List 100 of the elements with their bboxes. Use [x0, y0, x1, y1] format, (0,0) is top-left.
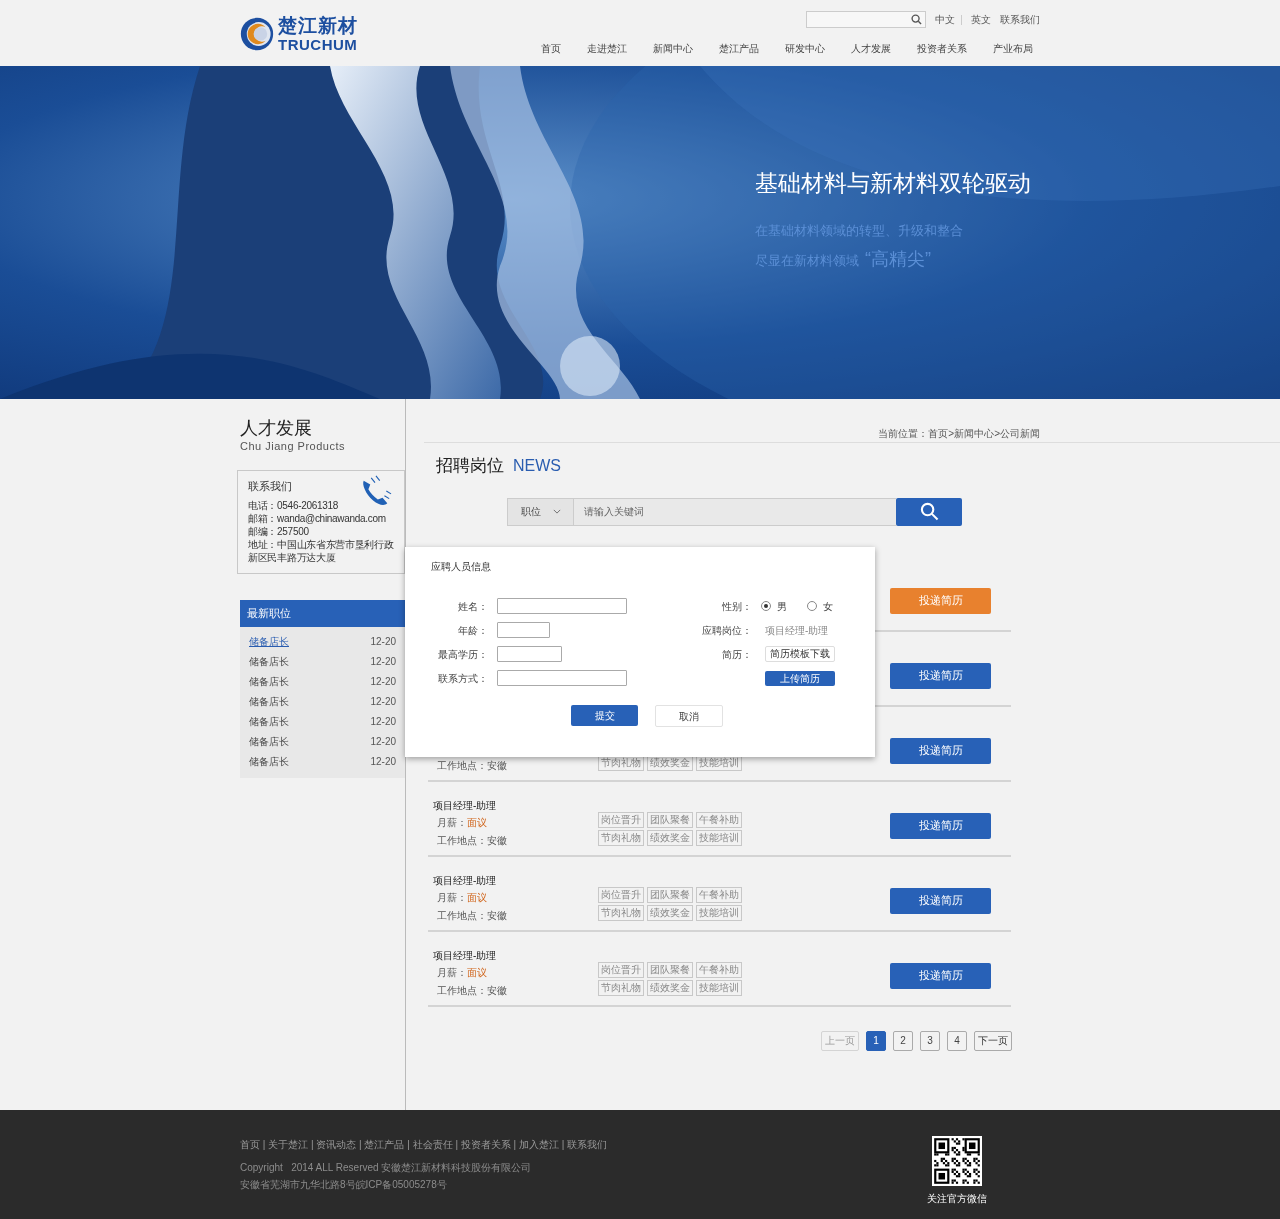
- qr-code-icon: [932, 1136, 982, 1186]
- apply-button[interactable]: 投递简历: [890, 962, 991, 989]
- job-link[interactable]: 储备店长: [249, 694, 289, 709]
- job-link[interactable]: 储备店长: [249, 734, 289, 749]
- field-label: 年龄：: [457, 623, 489, 638]
- contact-title: 联系我们: [248, 478, 293, 494]
- job-title: 项目经理-助理: [433, 873, 498, 888]
- benefit-tag: 团队聚餐: [647, 961, 693, 978]
- field-label: 联系方式：: [437, 671, 489, 686]
- search-icon: [919, 502, 939, 521]
- nav-link[interactable]: 人才发展: [851, 41, 891, 56]
- contact-line: 地址：中国山东省东营市垦利行政新区民丰路万达大厦: [248, 538, 395, 564]
- upload-resume-button[interactable]: 上传简历: [765, 670, 835, 686]
- logo-name: 楚江新材: [278, 16, 358, 35]
- job-date: 12-20: [370, 675, 396, 689]
- form-field[interactable]: [497, 670, 627, 686]
- page-button[interactable]: 3: [920, 1030, 940, 1051]
- icp-text: 安徽省芜湖市九华北路8号皖ICP备05005278号: [240, 1178, 448, 1192]
- job-date: 12-20: [370, 755, 396, 769]
- sidebar-title: 人才发展: [240, 418, 313, 438]
- job-link[interactable]: 储备店长: [249, 634, 289, 649]
- form-field[interactable]: [497, 598, 627, 614]
- nav-link[interactable]: 投资者关系: [917, 41, 967, 56]
- chevron-down-icon: [552, 509, 561, 514]
- job-location: 工作地点：安徽: [436, 758, 508, 773]
- keyword-field[interactable]: 请输入关键词: [574, 497, 896, 526]
- contact-line: 邮编：257500: [248, 525, 310, 538]
- job-date: 12-20: [370, 655, 396, 669]
- benefit-tag: 团队聚餐: [647, 886, 693, 903]
- section-title-en: NEWS: [513, 456, 561, 476]
- benefit-tag: 节肉礼物: [598, 829, 644, 846]
- field-label: 性别：: [721, 599, 753, 614]
- search-icon: [911, 14, 922, 25]
- job-link[interactable]: 储备店长: [249, 754, 289, 769]
- field-label: 简历：: [721, 647, 753, 662]
- field-label: 应聘岗位：: [701, 623, 753, 638]
- gender-radio[interactable]: 男: [761, 598, 787, 614]
- job-location: 工作地点：安徽: [436, 908, 508, 923]
- field-label: 最高学历：: [437, 647, 489, 662]
- benefit-tag: 岗位晋升: [598, 961, 644, 978]
- gender-radio[interactable]: 女: [807, 598, 833, 614]
- page-button[interactable]: 1: [866, 1030, 886, 1051]
- copyright-text: Copyright 2014 ALL Reserved 安徽楚江新材料科技股份有限公司: [240, 1161, 533, 1175]
- job-link[interactable]: 储备店长: [249, 674, 289, 689]
- page-button[interactable]: 4: [947, 1030, 967, 1051]
- job-title: 项目经理-助理: [433, 948, 498, 963]
- benefit-tag: 午餐补助: [696, 886, 742, 903]
- footer-links: 首页 | 关于楚江 | 资讯动态 | 楚江产品 | 社会责任 | 投资者关系 | 加入楚江 | 联系我们: [240, 1138, 608, 1152]
- job-link[interactable]: 储备店长: [249, 654, 289, 669]
- apply-button[interactable]: 投递简历: [890, 662, 991, 689]
- benefit-tag: 团队聚餐: [647, 811, 693, 828]
- apply-button[interactable]: 投递简历: [890, 737, 991, 764]
- top-link[interactable]: 联系我们: [1000, 12, 1040, 27]
- top-link[interactable]: 英文: [971, 12, 991, 27]
- benefit-tag: 绩效奖金: [647, 979, 693, 996]
- benefit-tag: 午餐补助: [696, 811, 742, 828]
- contact-line: 邮箱：wanda@chinawanda.com: [248, 512, 387, 525]
- page-button[interactable]: 2: [893, 1030, 913, 1051]
- category-select[interactable]: 职位: [507, 497, 574, 526]
- logo-swirl-icon: [240, 17, 274, 51]
- job-location: 工作地点：安徽: [436, 983, 508, 998]
- banner-headline: 基础材料与新材料双轮驱动: [755, 169, 1032, 198]
- benefit-tag: 节肉礼物: [598, 904, 644, 921]
- nav-link[interactable]: 研发中心: [785, 41, 825, 56]
- benefit-tag: 岗位晋升: [598, 811, 644, 828]
- job-date: 12-20: [370, 695, 396, 709]
- job-salary: 月薪：面议: [436, 815, 488, 830]
- job-location: 工作地点：安徽: [436, 833, 508, 848]
- job-salary: 月薪：面议: [436, 890, 488, 905]
- position-value: 项目经理-助理: [765, 623, 829, 638]
- apply-button[interactable]: 投递简历: [890, 812, 991, 839]
- nav-link[interactable]: 楚江产品: [719, 41, 759, 56]
- nav-link[interactable]: 产业布局: [993, 41, 1033, 56]
- job-date: 12-20: [370, 715, 396, 729]
- job-link[interactable]: 储备店长: [249, 714, 289, 729]
- search-button[interactable]: [896, 497, 962, 526]
- cancel-button[interactable]: 取消: [655, 705, 723, 727]
- nav-link[interactable]: 走进楚江: [587, 41, 627, 56]
- site-search-field[interactable]: [806, 11, 926, 28]
- form-field[interactable]: [497, 646, 562, 662]
- job-title: 项目经理-助理: [433, 798, 498, 813]
- top-link[interactable]: 中文: [935, 12, 955, 27]
- submit-button[interactable]: 提交: [571, 705, 638, 726]
- sidebar-subtitle: Chu Jiang Products: [240, 439, 346, 454]
- contact-line: 电话：0546-2061318: [248, 499, 339, 512]
- benefit-tag: 技能培训: [696, 904, 742, 921]
- section-title: 招聘岗位: [436, 455, 504, 477]
- benefit-tag: 节肉礼物: [598, 979, 644, 996]
- next-page-button[interactable]: 下一页: [974, 1030, 1012, 1051]
- benefit-tag: 技能培训: [696, 829, 742, 846]
- job-date: 12-20: [370, 635, 396, 649]
- nav-link[interactable]: 新闻中心: [653, 41, 693, 56]
- breadcrumb: 当前位置：首页>新闻中心>公司新闻: [878, 427, 1040, 441]
- template-download-button[interactable]: 简历模板下载: [765, 646, 835, 662]
- nav-link[interactable]: 首页: [541, 41, 561, 56]
- job-salary: 月薪：面议: [436, 965, 488, 980]
- apply-button[interactable]: 投递简历: [890, 887, 991, 914]
- dialog-title: 应聘人员信息: [431, 560, 492, 574]
- benefit-tag: 绩效奖金: [647, 904, 693, 921]
- form-field[interactable]: [497, 622, 550, 638]
